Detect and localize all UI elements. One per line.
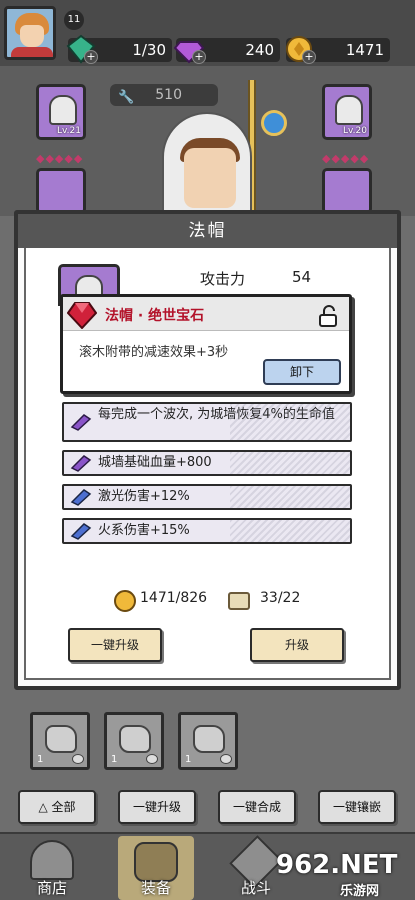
watermark-main: 962.NET [276,850,398,880]
one-key-merge-button[interactable]: 一键合成 [218,790,296,824]
gold-cost: 1471/826 [140,590,208,606]
gold-coin-icon [114,590,136,612]
add-gold-icon[interactable]: + [302,50,316,64]
dialog-title: 法帽 [18,214,397,248]
nav-shop[interactable]: 商店 [14,836,90,900]
attribute-row: 激光伤害+12% [62,484,352,510]
attribute-text: 火系伤害+15% [98,523,190,538]
energy-value: 1/30 [132,41,166,59]
equip-slot-ring[interactable] [322,168,372,214]
stone-icon [45,725,77,753]
gems-counter[interactable]: + 240 [174,38,280,64]
purple-crystal-icon [70,455,92,472]
stat-value: 54 [292,268,312,286]
shop-icon [30,840,74,880]
slot-level: Lv.20 [343,126,367,136]
hero-face-image [184,148,236,208]
one-key-inlay-button[interactable]: 一键镶嵌 [318,790,396,824]
backpack-icon [134,842,178,882]
left-slot-gems: ◆◆◆◆◆ [36,152,84,165]
gem-name: 法帽 · 绝世宝石 [105,308,205,324]
energy-counter[interactable]: + 1/30 [66,34,172,64]
equip-slot-armor[interactable] [36,168,86,214]
player-level-badge: 11 [64,10,84,30]
attribute-text: 激光伤害+12% [98,489,190,504]
nav-equip-label: 装备 [140,879,171,897]
hero-power-value: 510 [155,87,182,103]
attribute-row: 城墙基础血量+800 [62,450,352,476]
add-gems-icon[interactable]: + [192,50,206,64]
attribute-row: 每完成一个波次, 为城墙恢复4%的生命值 [62,402,352,442]
attribute-text: 每完成一个波次, 为城墙恢复4%的生命值 [98,407,335,422]
backpack-item[interactable]: 1 [104,712,164,770]
ruby-gem-icon [67,302,97,329]
stone-icon [193,725,225,753]
slot-level: Lv.21 [57,126,81,136]
equip-slot-gloves[interactable]: Lv.20 [322,84,372,140]
attribute-row: 火系伤害+15% [62,518,352,544]
hero-power: 🔧 510 [110,84,218,106]
backpack-item[interactable]: 1 [30,712,90,770]
item-count: 1 [185,754,192,765]
add-energy-icon[interactable]: + [84,50,98,64]
scroll-cost: 33/22 [260,590,301,606]
player-avatar[interactable] [4,6,56,60]
stone-icon [119,725,151,753]
gem-popup-header: 法帽 · 绝世宝石 [63,297,349,331]
gems-value: 240 [245,41,274,59]
blue-crystal-icon [70,489,92,506]
unlock-icon[interactable] [317,305,339,327]
backpack-item[interactable]: 1 [178,712,238,770]
attribute-text: 城墙基础血量+800 [98,455,212,470]
hat-icon [49,95,77,125]
gem-popup: 法帽 · 绝世宝石 滚木附带的减速效果+3秒 卸下 [60,294,352,394]
item-count: 1 [37,754,44,765]
nav-equip[interactable]: 装备 [118,836,194,900]
one-key-upgrade-all-button[interactable]: 一键升级 [118,790,196,824]
item-count: 1 [111,754,118,765]
gold-value: 1471 [345,41,384,59]
blue-crystal-icon [70,523,92,540]
gem-description: 滚木附带的减速效果+3秒 [79,345,229,360]
nav-shop-label: 商店 [36,879,67,897]
upgrade-button[interactable]: 升级 [250,628,344,662]
unload-gem-button[interactable]: 卸下 [263,359,341,385]
one-key-upgrade-button[interactable]: 一键升级 [68,628,162,662]
filter-all-label: 全部 [51,800,76,814]
glove-icon [335,95,363,125]
purple-crystal-icon [70,414,92,431]
filter-all-button[interactable]: △ 全部 [18,790,96,824]
gold-counter[interactable]: + 1471 [286,36,390,64]
staff-orb-image [261,110,287,136]
site-watermark: 962.NET 乐游网 [276,850,412,899]
stat-label: 攻击力 [200,270,246,288]
wrench-icon: 🔧 [118,90,135,105]
scroll-icon [228,592,250,610]
equip-slot-helmet[interactable]: Lv.21 [36,84,86,140]
right-slot-gems: ◆◆◆◆◆ [322,152,370,165]
watermark-sub: 乐游网 [340,884,380,899]
